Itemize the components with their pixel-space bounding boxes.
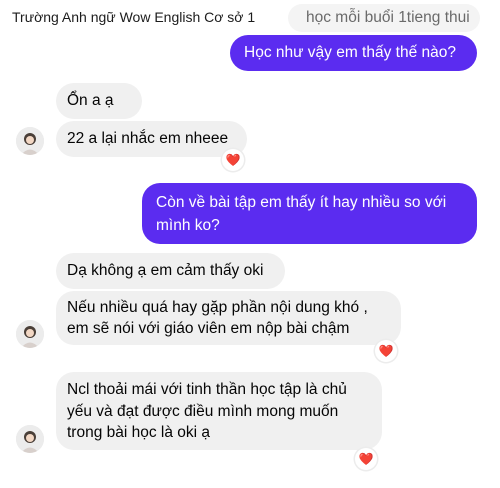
message-bubble-faded[interactable]: học mỗi buổi 1tieng thui [288,4,480,32]
message-text: em sẽ nói với giáo viên em nộp bài chậm [67,320,350,337]
message-bubble-incoming[interactable]: Ncl thoải mái với tinh thần học tập là c… [56,372,382,450]
message-text: Ncl thoải mái với tinh thần học tập là c… [67,381,347,398]
message-text: mình ko? [156,217,220,234]
conversation-title: Trường Anh ngữ Wow English Cơ sở 1 [12,9,256,25]
message-bubble-outgoing[interactable]: Học như vậy em thấy thế nào? [230,35,477,71]
contact-avatar[interactable] [16,127,44,155]
message-text: Ổn a ạ [67,92,114,109]
message-bubble-outgoing[interactable]: Còn về bài tập em thấy ít hay nhiều so v… [142,183,477,244]
message-bubble-incoming[interactable]: Nếu nhiều quá hay gặp phần nội dung khó … [56,291,401,345]
heart-reaction[interactable]: ❤️ [355,448,377,470]
message-text: học mỗi buổi 1tieng thui [306,9,470,26]
message-bubble-incoming[interactable]: Dạ không ạ em cảm thấy oki [56,253,285,289]
message-text: yếu và đạt được điều mình mong muốn [67,402,339,420]
heart-icon: ❤️ [378,344,394,358]
message-text: Nếu nhiều quá hay gặp phần nội dung khó … [67,299,368,316]
message-bubble-incoming[interactable]: Ổn a ạ [56,83,142,119]
message-text: trong bài học là oki ạ [67,424,211,441]
heart-reaction[interactable]: ❤️ [375,340,397,362]
heart-icon: ❤️ [358,452,374,466]
message-text: Còn về bài tập em thấy ít hay nhiều so v… [156,194,447,211]
message-text: 22 a lại nhắc em nheee [67,130,229,147]
contact-avatar[interactable] [16,320,44,348]
contact-avatar[interactable] [16,425,44,453]
message-text: Học như vậy em thấy thế nào? [244,44,456,61]
message-bubble-incoming[interactable]: 22 a lại nhắc em nheee [56,121,247,157]
heart-icon: ❤️ [225,153,241,167]
message-text: Dạ không ạ em cảm thấy oki [67,262,264,279]
heart-reaction[interactable]: ❤️ [222,149,244,171]
